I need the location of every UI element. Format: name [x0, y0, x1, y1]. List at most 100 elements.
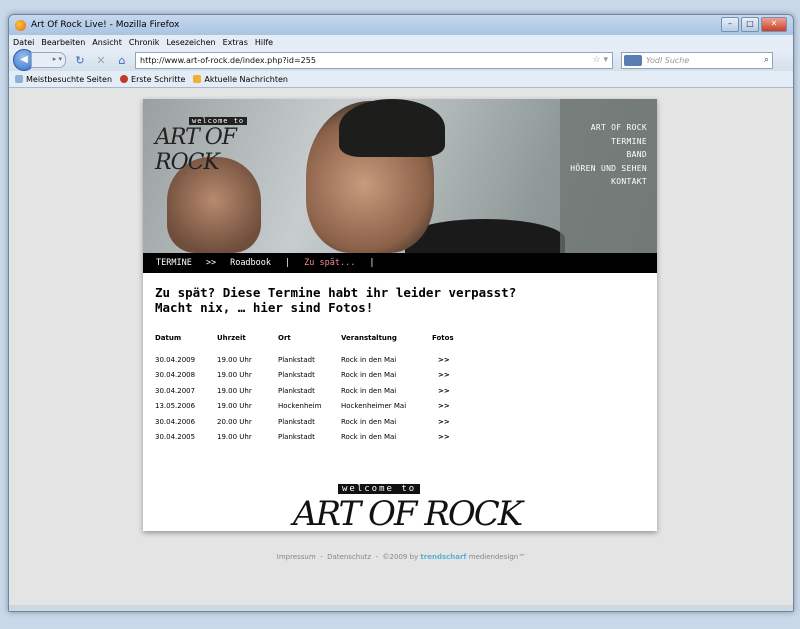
brand-link[interactable]: trendscharf — [420, 553, 466, 561]
bookmark-erste-schritte[interactable]: Erste Schritte — [120, 75, 185, 84]
cell-time: 19.00 Uhr — [217, 402, 252, 411]
cell-location: Plankstadt — [278, 371, 315, 380]
page-title-line-1: Zu spät? Diese Termine habt ihr leider v… — [155, 285, 517, 300]
menu-bearbeiten[interactable]: Bearbeiten — [41, 38, 85, 47]
menu-lesezeichen[interactable]: Lesezeichen — [166, 38, 215, 47]
stop-button[interactable]: ✕ — [94, 54, 108, 67]
firefox-bookmark-icon — [120, 75, 129, 83]
cell-time: 20.00 Uhr — [217, 417, 252, 426]
nav-kontakt[interactable]: KONTAKT — [560, 175, 647, 189]
menu-extras[interactable]: Extras — [223, 38, 248, 47]
photos-link[interactable]: >> — [432, 383, 468, 399]
forward-button[interactable]: ▸ ▾ — [31, 52, 66, 68]
minimize-button[interactable]: – — [721, 17, 739, 32]
datenschutz-link[interactable]: Datenschutz — [327, 553, 371, 561]
url-bar[interactable]: http://www.art-of-rock.de/index.php?id=2… — [135, 51, 613, 69]
breadcrumb-separator: | — [285, 258, 291, 268]
site-logo[interactable]: welcome to ART OF ROCK — [155, 113, 305, 175]
cell-location: Plankstadt — [278, 417, 315, 426]
footer-logo: welcome to ART OF ROCK — [293, 484, 543, 554]
bookmark-aktuelle-nachrichten[interactable]: Aktuelle Nachrichten — [193, 75, 288, 84]
photos-link[interactable]: >> — [432, 414, 468, 430]
bookmark-label: Erste Schritte — [131, 74, 186, 84]
nav-termine[interactable]: TERMINE — [560, 135, 647, 149]
bookmarks-toolbar: Meistbesuchte Seiten Erste Schritte Aktu… — [9, 71, 793, 88]
breadcrumb: TERMINE >> Roadbook | Zu spät... | — [143, 253, 657, 273]
bookmark-label: Meistbesuchte Seiten — [26, 74, 113, 84]
home-button[interactable]: ⌂ — [115, 54, 129, 67]
cell-event: Rock in den Mai — [341, 355, 397, 364]
bookmark-label: Aktuelle Nachrichten — [204, 74, 288, 84]
photos-link[interactable]: >> — [432, 399, 468, 415]
cell-event: Rock in den Mai — [341, 371, 397, 380]
navigation-toolbar: ◀ ▸ ▾ ↻ ✕ ⌂ http://www.art-of-rock.de/in… — [9, 49, 793, 71]
cell-location: Plankstadt — [278, 355, 315, 364]
site-header: welcome to ART OF ROCK ART OF ROCK TERMI… — [143, 99, 657, 253]
photos-link[interactable]: >> — [432, 430, 468, 446]
brand-suffix: mediendesign™ — [468, 553, 526, 561]
breadcrumb-separator: | — [369, 258, 375, 268]
bookmark-folder-icon — [15, 75, 23, 83]
page-viewport: welcome to ART OF ROCK ART OF ROCK TERMI… — [9, 88, 793, 611]
photos-link[interactable]: >> — [432, 352, 468, 368]
footer-logo-tagline: welcome to — [338, 484, 421, 494]
header-photo-hair — [339, 99, 445, 157]
cell-event: Rock in den Mai — [341, 386, 397, 395]
maximize-button[interactable]: □ — [741, 17, 759, 32]
menu-ansicht[interactable]: Ansicht — [92, 38, 122, 47]
search-icon[interactable]: ⌕ — [764, 55, 772, 65]
logo-text: ART OF ROCK — [155, 125, 237, 175]
cell-date: 30.04.2007 — [155, 386, 196, 395]
rss-icon — [193, 75, 202, 83]
browser-window: Art Of Rock Live! - Mozilla Firefox – □ … — [8, 14, 794, 612]
window-title: Art Of Rock Live! - Mozilla Firefox — [31, 20, 180, 30]
cell-location: Plankstadt — [278, 433, 315, 442]
impressum-link[interactable]: Impressum — [277, 553, 316, 561]
table-row: 30.04.2005 19.00 Uhr Plankstadt Rock in … — [155, 430, 468, 446]
cell-date: 30.04.2008 — [155, 371, 196, 380]
bookmark-star-icon[interactable]: ☆ ▾ — [593, 55, 612, 65]
cell-date: 30.04.2006 — [155, 417, 196, 426]
cell-event: Rock in den Mai — [341, 433, 397, 442]
search-placeholder: Yodl Suche — [646, 55, 690, 65]
footer-separator: - — [320, 553, 323, 561]
page-title-line-2: Macht nix, … hier sind Fotos! — [155, 300, 374, 315]
logo-tagline: welcome to — [189, 117, 248, 125]
nav-band[interactable]: BAND — [560, 148, 647, 162]
nav-hoeren-und-sehen[interactable]: HÖREN UND SEHEN — [560, 162, 647, 176]
menu-hilfe[interactable]: Hilfe — [255, 38, 273, 47]
cell-location: Plankstadt — [278, 386, 315, 395]
nav-art-of-rock[interactable]: ART OF ROCK — [560, 121, 647, 135]
breadcrumb-separator: >> — [205, 258, 217, 268]
reload-button[interactable]: ↻ — [73, 54, 87, 67]
cell-time: 19.00 Uhr — [217, 355, 252, 364]
breadcrumb-roadbook[interactable]: Roadbook — [230, 258, 271, 268]
search-engine-icon[interactable] — [624, 54, 642, 66]
table-row: 30.04.2009 19.00 Uhr Plankstadt Rock in … — [155, 352, 468, 368]
cell-date: 30.04.2005 — [155, 433, 196, 442]
table-row: 13.05.2006 19.00 Uhr Hockenheim Hockenhe… — [155, 399, 468, 415]
breadcrumb-termine[interactable]: TERMINE — [156, 258, 192, 268]
site-container: welcome to ART OF ROCK ART OF ROCK TERMI… — [143, 99, 657, 534]
cell-event: Hockenheimer Mai — [341, 402, 407, 411]
column-header-ort: Ort — [278, 334, 291, 342]
photos-link[interactable]: >> — [432, 368, 468, 384]
bookmark-meistbesuchte[interactable]: Meistbesuchte Seiten — [15, 75, 112, 84]
column-header-datum: Datum — [155, 334, 182, 342]
menu-datei[interactable]: Datei — [13, 38, 34, 47]
url-text: http://www.art-of-rock.de/index.php?id=2… — [140, 55, 316, 65]
site-footer: Impressum - Datenschutz - ©2009 by trend… — [9, 553, 793, 561]
cell-time: 19.00 Uhr — [217, 433, 252, 442]
firefox-icon — [15, 19, 26, 31]
breadcrumb-zu-spaet[interactable]: Zu spät... — [304, 258, 355, 268]
title-bar: Art Of Rock Live! - Mozilla Firefox – □ … — [9, 15, 793, 35]
table-row: 30.04.2006 20.00 Uhr Plankstadt Rock in … — [155, 414, 468, 430]
cell-date: 13.05.2006 — [155, 402, 196, 411]
search-bar[interactable]: Yodl Suche ⌕ — [621, 51, 773, 69]
site-nav: ART OF ROCK TERMINE BAND HÖREN UND SEHEN… — [560, 99, 657, 253]
cell-time: 19.00 Uhr — [217, 371, 252, 380]
menu-bar: Datei Bearbeiten Ansicht Chronik Lesezei… — [9, 35, 793, 49]
events-table: Datum Uhrzeit Ort Veranstaltung Fotos 30… — [155, 334, 468, 445]
close-button[interactable]: ✕ — [761, 17, 787, 32]
menu-chronik[interactable]: Chronik — [129, 38, 160, 47]
